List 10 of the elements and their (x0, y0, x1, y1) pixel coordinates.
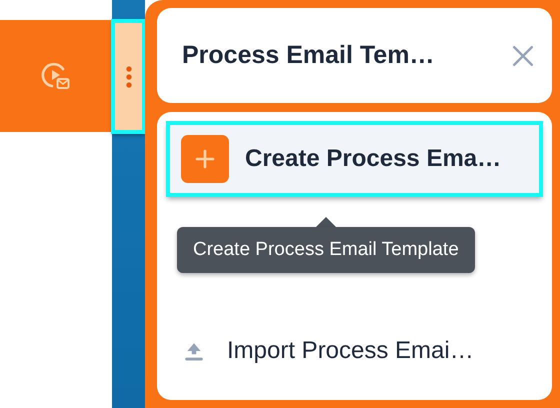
menu-item[interactable]: Create Process Ema… (167, 122, 542, 196)
tooltip-arrow-icon (316, 217, 336, 227)
app-tile[interactable] (0, 20, 112, 132)
menu-item[interactable]: Import Process Emai… (167, 314, 542, 388)
panel-title: Process Email Tem… (182, 41, 434, 70)
tooltip: Create Process Email Template (177, 227, 475, 273)
play-email-icon (41, 61, 71, 91)
more-handle[interactable] (112, 20, 145, 133)
close-icon[interactable] (512, 44, 534, 66)
plus-icon (181, 135, 229, 183)
